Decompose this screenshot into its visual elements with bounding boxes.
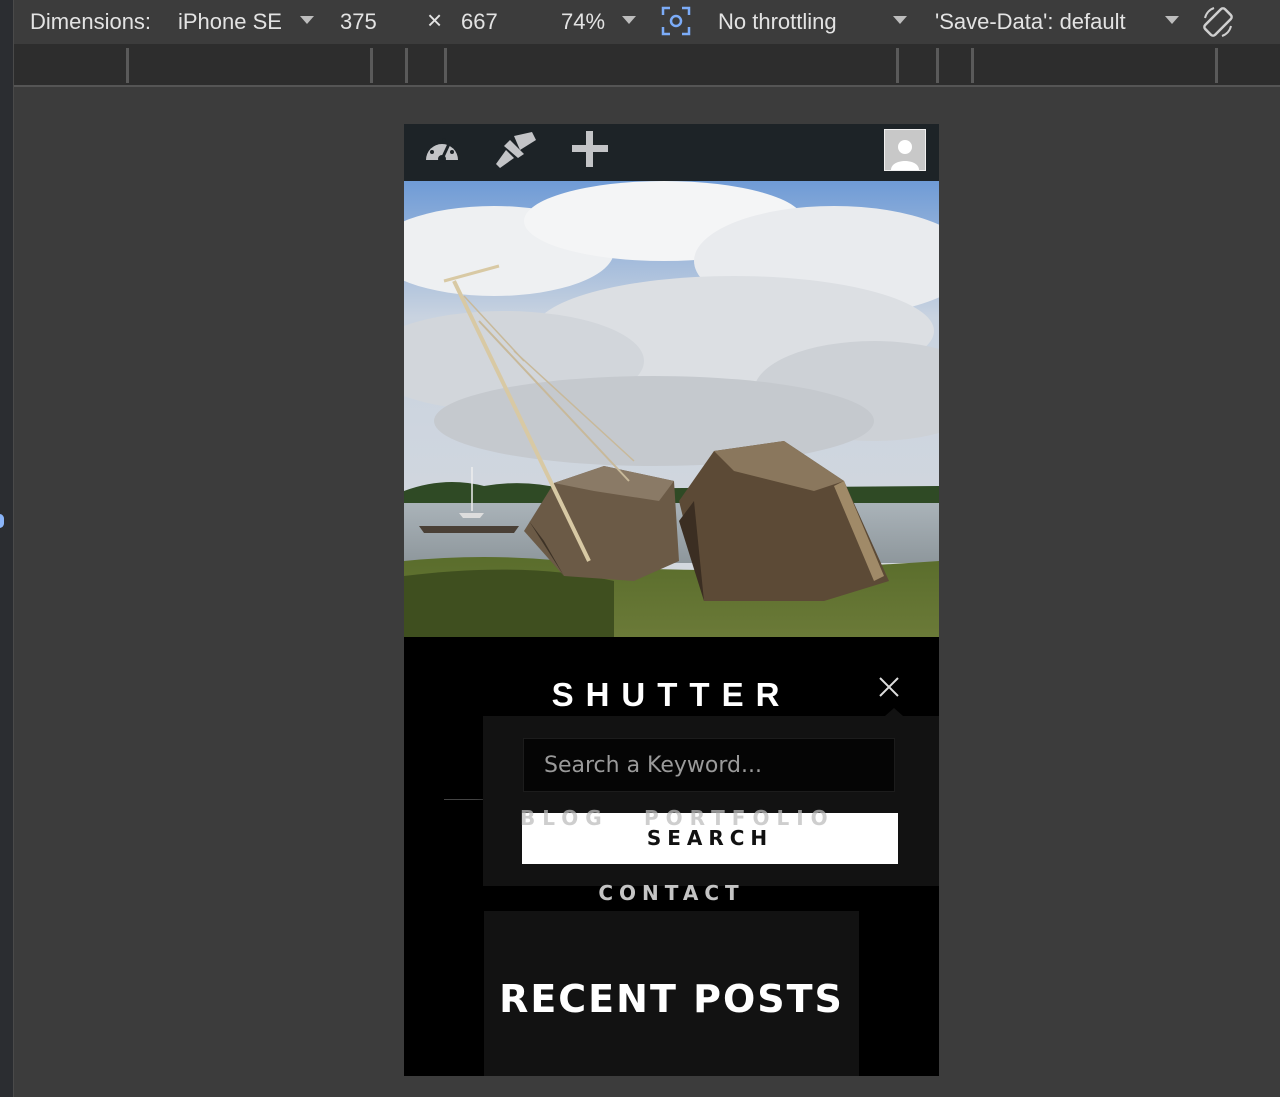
dashboard-icon[interactable] bbox=[422, 130, 462, 175]
zoom-select[interactable]: 74% bbox=[561, 8, 605, 36]
rotate-focus-icon[interactable] bbox=[661, 6, 691, 43]
recent-posts-heading: RECENT POSTS bbox=[499, 977, 844, 1021]
user-silhouette-icon bbox=[891, 140, 919, 170]
save-data-select[interactable]: 'Save-Data': default bbox=[935, 8, 1126, 36]
zoom-dropdown-icon[interactable] bbox=[622, 16, 636, 24]
customize-brush-icon[interactable] bbox=[494, 130, 538, 177]
device-viewport: SHUTTER SEARCH BLOG PORTFOLIO CONTACT RE… bbox=[404, 124, 939, 1076]
device-select[interactable]: iPhone SE bbox=[178, 8, 282, 36]
menu-item-blog[interactable]: BLOG bbox=[520, 806, 609, 830]
media-query-ruler bbox=[14, 44, 1280, 87]
ruler-tick bbox=[936, 48, 939, 83]
wp-admin-bar bbox=[404, 124, 939, 181]
ruler-tick bbox=[405, 48, 408, 83]
ruler-tick bbox=[370, 48, 373, 83]
dimensions-label: Dimensions: bbox=[30, 9, 152, 34]
search-dropdown-panel: SEARCH bbox=[483, 708, 939, 886]
avatar[interactable] bbox=[884, 129, 926, 171]
device-toolbar: Dimensions: iPhone SE 375 × 667 74% No t… bbox=[14, 0, 1280, 44]
close-search-icon[interactable] bbox=[876, 674, 902, 700]
throttling-dropdown-icon[interactable] bbox=[893, 16, 907, 24]
times-glyph: × bbox=[427, 5, 443, 35]
save-data-dropdown-icon[interactable] bbox=[1165, 16, 1179, 24]
device-dropdown-icon[interactable] bbox=[300, 16, 314, 24]
ruler-tick bbox=[126, 48, 129, 83]
search-input[interactable] bbox=[523, 738, 895, 792]
menu-item-portfolio[interactable]: PORTFOLIO bbox=[644, 806, 835, 830]
height-field[interactable]: 667 bbox=[461, 8, 498, 36]
ruler-tick bbox=[971, 48, 974, 83]
rotate-icon[interactable] bbox=[1200, 4, 1236, 47]
menu-item-contact[interactable]: CONTACT bbox=[404, 881, 939, 905]
recent-posts-widget: RECENT POSTS bbox=[484, 911, 859, 1076]
plus-icon[interactable] bbox=[570, 129, 610, 174]
width-field[interactable]: 375 bbox=[340, 8, 377, 36]
ruler-tick bbox=[444, 48, 447, 83]
hero-image bbox=[404, 181, 939, 637]
devtools-left-gutter bbox=[0, 0, 14, 1097]
screenshot-icon bbox=[661, 6, 691, 36]
ruler-tick bbox=[1215, 48, 1218, 83]
ruler-tick bbox=[896, 48, 899, 83]
site-title[interactable]: SHUTTER bbox=[404, 676, 939, 714]
panel-notch bbox=[885, 708, 903, 716]
throttling-select[interactable]: No throttling bbox=[718, 8, 837, 36]
